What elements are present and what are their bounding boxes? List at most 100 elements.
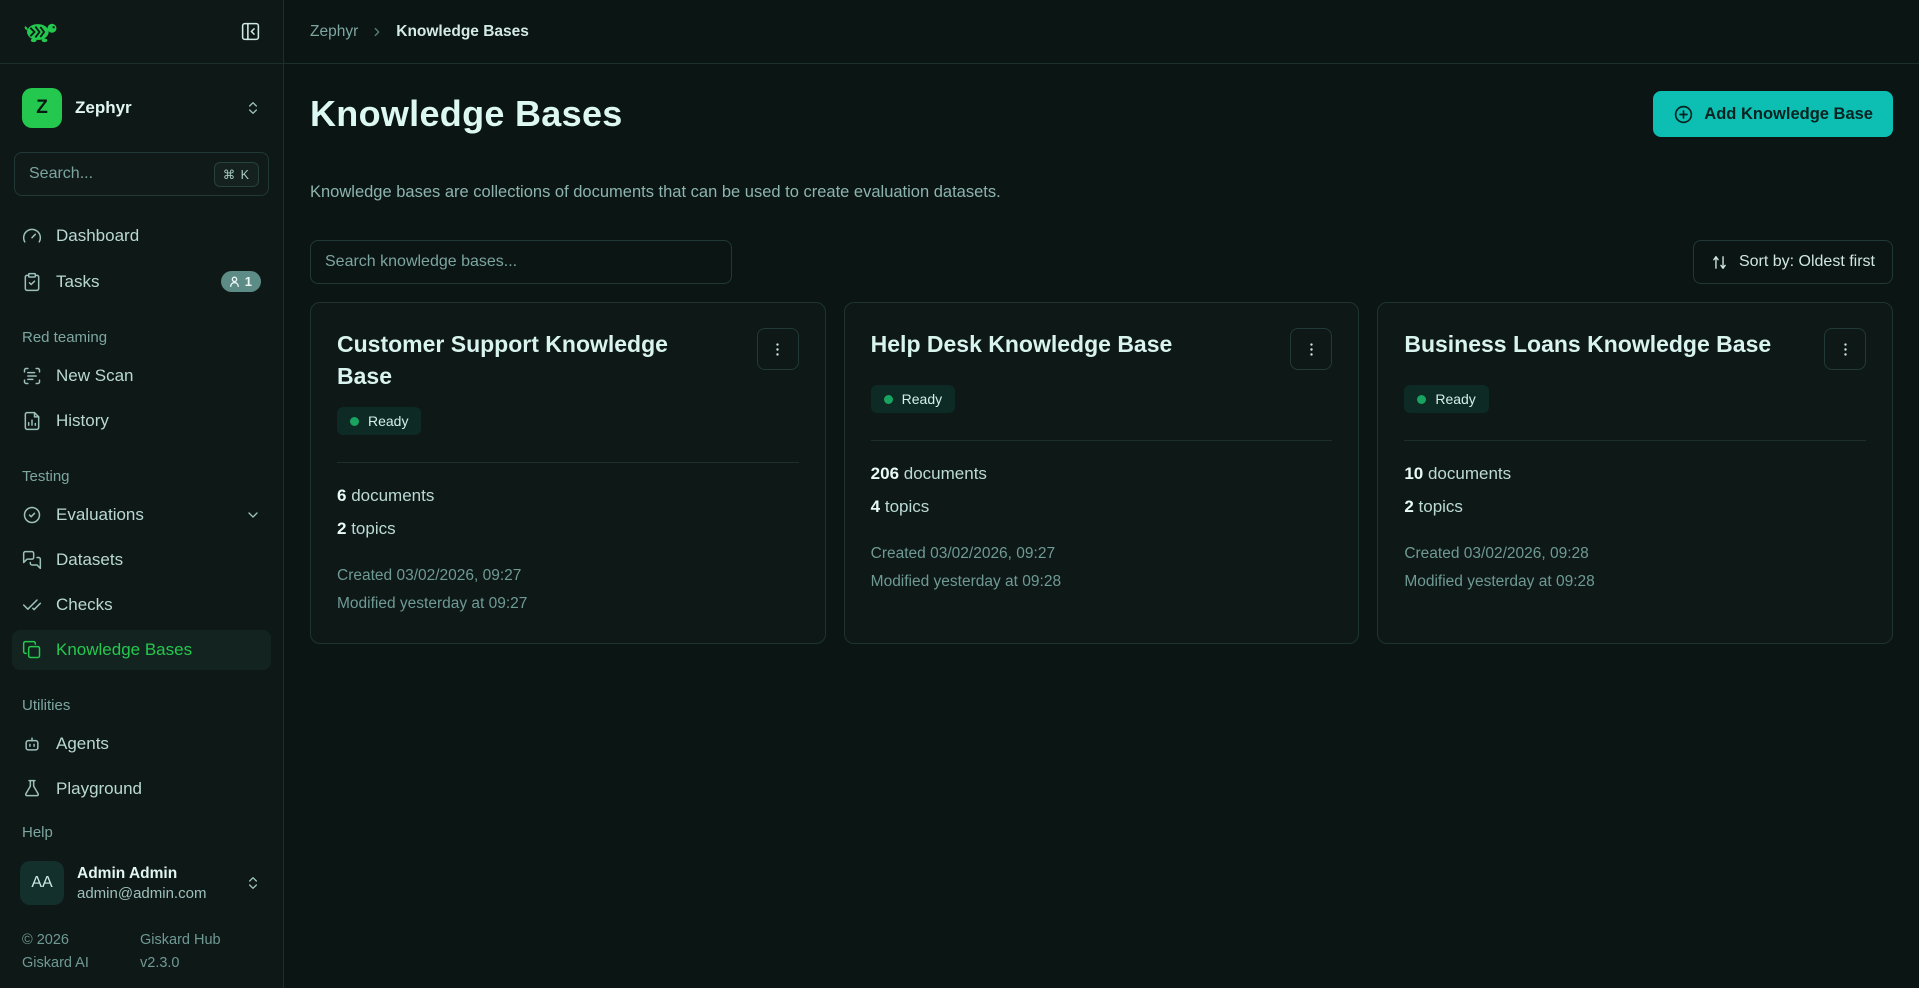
sidebar-item-label: Dashboard [56, 226, 139, 246]
copyright-text: © 2026 Giskard AI [22, 929, 122, 974]
sidebar-item-evaluations[interactable]: Evaluations [12, 495, 271, 535]
card-dates: Created 03/02/2026, 09:27 Modified yeste… [871, 540, 1333, 596]
divider [1404, 440, 1866, 441]
topics-stat: 2 topics [337, 519, 799, 539]
kebab-menu-icon[interactable] [1824, 328, 1866, 370]
modified-date: Modified yesterday at 09:28 [871, 568, 1333, 596]
sidebar-search-input[interactable] [29, 165, 214, 183]
page-description: Knowledge bases are collections of docum… [310, 183, 1893, 202]
sidebar-item-label: Tasks [56, 272, 99, 292]
divider [337, 462, 799, 463]
sidebar-item-checks[interactable]: Checks [12, 585, 271, 625]
breadcrumb: Zephyr Knowledge Bases [284, 0, 1919, 64]
sidebar-item-tasks[interactable]: Tasks 1 [12, 261, 271, 302]
created-date: Created 03/02/2026, 09:27 [871, 540, 1333, 568]
card-dates: Created 03/02/2026, 09:27 Modified yeste… [337, 562, 799, 618]
main-area: Zephyr Knowledge Bases Knowledge Bases A… [284, 0, 1919, 988]
breadcrumb-workspace[interactable]: Zephyr [310, 23, 358, 41]
sidebar-item-new-scan[interactable]: New Scan [12, 356, 271, 396]
sidebar-header [0, 0, 283, 64]
sidebar-item-settings[interactable]: Settings [12, 814, 271, 824]
sidebar-item-label: Playground [56, 779, 142, 799]
bot-icon [22, 734, 42, 754]
knowledge-base-search-input[interactable] [310, 240, 732, 284]
sidebar-item-history[interactable]: History [12, 401, 271, 441]
sidebar-item-label: Checks [56, 595, 113, 615]
clipboard-check-icon [22, 272, 42, 292]
tasks-count-badge: 1 [221, 271, 261, 292]
sidebar-item-agents[interactable]: Agents [12, 724, 271, 764]
sidebar-footer: Help AA Admin Admin admin@admin.com © 20… [0, 824, 283, 988]
chevrons-up-down-icon [245, 875, 261, 891]
plus-circle-icon [1673, 104, 1694, 125]
sidebar-item-label: Knowledge Bases [56, 640, 192, 660]
workspace-name: Zephyr [75, 98, 232, 118]
card-dates: Created 03/02/2026, 09:28 Modified yeste… [1404, 540, 1866, 596]
divider [871, 440, 1333, 441]
modified-date: Modified yesterday at 09:28 [1404, 568, 1866, 596]
badge-check-icon [22, 505, 42, 525]
section-label-testing: Testing [22, 468, 261, 485]
knowledge-base-card[interactable]: Business Loans Knowledge Base Ready 10 d… [1377, 302, 1893, 644]
arrow-up-down-icon [1711, 254, 1728, 271]
card-title: Customer Support Knowledge Base [337, 328, 722, 392]
topics-stat: 2 topics [1404, 497, 1866, 517]
file-chart-icon [22, 411, 42, 431]
keyboard-shortcut-badge: ⌘ K [214, 162, 259, 187]
knowledge-base-card[interactable]: Help Desk Knowledge Base Ready 206 docum… [844, 302, 1360, 644]
status-badge: Ready [337, 407, 421, 435]
sort-button[interactable]: Sort by: Oldest first [1693, 240, 1893, 284]
documents-stat: 206 documents [871, 464, 1333, 484]
chevron-right-icon [370, 25, 384, 39]
workspace-selector[interactable]: Z Zephyr [12, 80, 271, 136]
check-check-icon [22, 595, 42, 615]
section-label-help: Help [22, 824, 261, 841]
modified-date: Modified yesterday at 09:27 [337, 590, 799, 618]
sidebar-item-label: New Scan [56, 366, 133, 386]
user-avatar: AA [20, 861, 64, 905]
flask-icon [22, 779, 42, 799]
version-text: Giskard Hub v2.3.0 [140, 929, 240, 974]
knowledge-base-card-grid: Customer Support Knowledge Base Ready 6 … [310, 302, 1893, 644]
sidebar-item-dashboard[interactable]: Dashboard [12, 216, 271, 256]
status-badge: Ready [1404, 385, 1488, 413]
user-email: admin@admin.com [77, 885, 232, 902]
chevrons-up-down-icon [245, 100, 261, 116]
section-label-red-teaming: Red teaming [22, 329, 261, 346]
status-dot-icon [884, 395, 893, 404]
sidebar-item-knowledge-bases[interactable]: Knowledge Bases [12, 630, 271, 670]
sidebar-collapse-button[interactable] [236, 17, 265, 46]
gauge-icon [22, 226, 42, 246]
chevron-down-icon [245, 507, 261, 523]
page-content: Knowledge Bases Add Knowledge Base Knowl… [284, 64, 1919, 988]
status-dot-icon [1417, 395, 1426, 404]
created-date: Created 03/02/2026, 09:28 [1404, 540, 1866, 568]
knowledge-base-card[interactable]: Customer Support Knowledge Base Ready 6 … [310, 302, 826, 644]
kebab-menu-icon[interactable] [1290, 328, 1332, 370]
sidebar-item-label: History [56, 411, 109, 431]
scan-text-icon [22, 366, 42, 386]
giskard-logo-icon [22, 19, 62, 45]
sidebar: Z Zephyr ⌘ K Dashboard Tasks 1 Red teami… [0, 0, 284, 988]
status-badge: Ready [871, 385, 955, 413]
copyright-row: © 2026 Giskard AI Giskard Hub v2.3.0 [0, 921, 283, 974]
kebab-menu-icon[interactable] [757, 328, 799, 370]
sidebar-search[interactable]: ⌘ K [14, 152, 269, 196]
status-dot-icon [350, 417, 359, 426]
sidebar-item-playground[interactable]: Playground [12, 769, 271, 809]
card-title: Business Loans Knowledge Base [1404, 328, 1771, 360]
created-date: Created 03/02/2026, 09:27 [337, 562, 799, 590]
user-name: Admin Admin [77, 865, 232, 883]
messages-square-icon [22, 550, 42, 570]
documents-stat: 6 documents [337, 486, 799, 506]
user-menu[interactable]: AA Admin Admin admin@admin.com [12, 855, 271, 911]
breadcrumb-current: Knowledge Bases [396, 23, 529, 41]
documents-stat: 10 documents [1404, 464, 1866, 484]
sidebar-item-label: Datasets [56, 550, 123, 570]
workspace-avatar: Z [22, 88, 62, 128]
card-title: Help Desk Knowledge Base [871, 328, 1173, 360]
sidebar-nav: Dashboard Tasks 1 Red teaming New Scan H… [0, 210, 283, 824]
topics-stat: 4 topics [871, 497, 1333, 517]
add-knowledge-base-button[interactable]: Add Knowledge Base [1653, 91, 1893, 137]
sidebar-item-datasets[interactable]: Datasets [12, 540, 271, 580]
